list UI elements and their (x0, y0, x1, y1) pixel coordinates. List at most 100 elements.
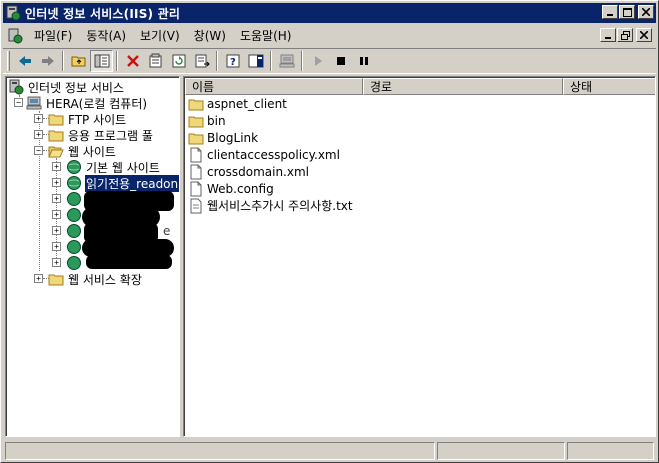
tree-item-computer[interactable]: HERA(로컬 컴퓨터) (26, 95, 148, 111)
document-icon (190, 181, 202, 196)
window-title: 인터넷 정보 서비스(IIS) 관리 (25, 6, 181, 21)
tree-label: HERA(로컬 컴퓨터) (46, 96, 148, 111)
tree-item-iis-root[interactable]: 인터넷 정보 서비스 (8, 79, 125, 95)
menu-help[interactable]: 도움말(H) (233, 27, 299, 45)
tree-view-icon (94, 54, 109, 68)
list-item-name: 웹서비스추가시 주의사항.txt (207, 199, 353, 213)
expand-toggle[interactable]: + (52, 226, 61, 235)
toolbar: ? (3, 48, 656, 74)
refresh-button[interactable] (167, 50, 190, 72)
list-item[interactable]: bin (188, 112, 226, 129)
child-minimize-button[interactable] (600, 28, 616, 42)
child-close-button[interactable] (636, 28, 652, 42)
tree-label-selected: 읽기전용_readon (85, 174, 179, 192)
column-header-name[interactable]: 이름 (185, 78, 363, 95)
expand-toggle[interactable]: + (34, 274, 43, 283)
toolbar-separator (216, 51, 218, 71)
start-button[interactable] (306, 50, 329, 72)
help-icon: ? (226, 54, 239, 68)
toolbar-separator (301, 51, 303, 71)
properties-button[interactable] (144, 50, 167, 72)
list-item[interactable]: crossdomain.xml (188, 163, 309, 180)
minimize-button[interactable] (602, 5, 618, 19)
delete-x-icon (126, 55, 139, 67)
toolbar-grip[interactable] (7, 51, 10, 71)
minimize-icon (605, 36, 611, 39)
globe-icon (67, 240, 81, 254)
tree-item-app-pools[interactable]: 응용 프로그램 풀 (48, 127, 154, 143)
column-header-path[interactable]: 경로 (363, 78, 563, 95)
list-item-name: BlogLink (207, 130, 259, 145)
collapse-toggle[interactable]: − (34, 146, 43, 155)
tree-label: 기본 웹 사이트 (86, 160, 160, 175)
close-button[interactable] (638, 5, 654, 19)
text-document-icon (190, 198, 202, 213)
menu-window[interactable]: 창(W) (187, 27, 233, 45)
pause-icon (359, 57, 368, 65)
refresh-icon (172, 54, 185, 68)
list-item[interactable]: Web.config (188, 180, 274, 197)
console-icon[interactable] (7, 28, 23, 44)
tree-item-default-site[interactable]: 기본 웹 사이트 (66, 159, 161, 175)
console-tree[interactable]: 인터넷 정보 서비스 − HERA(로컬 컴퓨터) + FTP 사이트 + 응용… (5, 76, 180, 437)
tree-item-web-sites[interactable]: 웹 사이트 (48, 143, 117, 159)
list-item[interactable]: 웹서비스추가시 주의사항.txt (188, 197, 353, 214)
partial-site-label: e (163, 224, 171, 238)
expand-toggle[interactable]: + (52, 162, 61, 171)
list-item[interactable]: clientaccesspolicy.xml (188, 146, 340, 163)
show-tree-button[interactable] (90, 50, 113, 72)
menu-file[interactable]: 파일(F) (27, 27, 79, 45)
folder-icon (188, 116, 204, 127)
play-icon (314, 56, 322, 66)
toolbar-separator (62, 51, 64, 71)
details-list[interactable]: 이름 경로 상태 aspnet_client bin BlogLink clie… (183, 76, 656, 437)
forward-button[interactable] (36, 50, 59, 72)
column-header-status[interactable]: 상태 (563, 78, 655, 95)
pause-button[interactable] (352, 50, 375, 72)
tree-label: 웹 사이트 (68, 144, 116, 159)
menu-view[interactable]: 보기(V) (133, 27, 187, 45)
expand-toggle[interactable]: + (52, 242, 61, 251)
show-hide-action-pane-button[interactable] (244, 50, 267, 72)
redaction-mark (86, 255, 172, 269)
computer-button[interactable] (275, 50, 298, 72)
folder-icon (188, 99, 204, 110)
list-header: 이름 경로 상태 (185, 78, 655, 95)
collapse-toggle[interactable]: − (14, 98, 23, 107)
list-item[interactable]: aspnet_client (188, 95, 287, 112)
expand-toggle[interactable]: + (52, 258, 61, 267)
stop-button[interactable] (329, 50, 352, 72)
tree-item-web-service-ext[interactable]: 웹 서비스 확장 (48, 271, 143, 287)
menu-action[interactable]: 동작(A) (79, 27, 133, 45)
tree-item-selected-site[interactable]: 읽기전용_readon (66, 174, 179, 192)
maximize-button[interactable] (619, 5, 635, 19)
list-item[interactable]: BlogLink (188, 129, 258, 146)
maximize-icon (622, 7, 632, 17)
globe-icon (67, 208, 81, 222)
list-item-name: aspnet_client (207, 96, 287, 111)
toolbar-separator (116, 51, 118, 71)
list-item-name: crossdomain.xml (207, 164, 309, 179)
status-cell-main (5, 442, 435, 460)
menu-bar: 파일(F) 동작(A) 보기(V) 창(W) 도움말(H) (3, 25, 656, 47)
up-level-button[interactable] (67, 50, 90, 72)
expand-toggle[interactable]: + (34, 130, 43, 139)
close-icon (642, 8, 650, 16)
delete-button[interactable] (121, 50, 144, 72)
tree-item-ftp-sites[interactable]: FTP 사이트 (48, 111, 127, 127)
status-cell (437, 442, 565, 460)
help-button[interactable]: ? (221, 50, 244, 72)
expand-toggle[interactable]: + (52, 178, 61, 187)
status-bar (3, 441, 656, 461)
expand-toggle[interactable]: + (52, 210, 61, 219)
title-bar[interactable]: 인터넷 정보 서비스(IIS) 관리 (3, 3, 656, 23)
folder-icon (48, 114, 64, 126)
stop-icon (336, 57, 345, 65)
forward-arrow-icon (41, 56, 54, 66)
export-list-button[interactable] (190, 50, 213, 72)
back-button[interactable] (13, 50, 36, 72)
expand-toggle[interactable]: + (52, 194, 61, 203)
child-restore-button[interactable] (617, 28, 633, 42)
expand-toggle[interactable]: + (34, 114, 43, 123)
toolbar-separator (270, 51, 272, 71)
